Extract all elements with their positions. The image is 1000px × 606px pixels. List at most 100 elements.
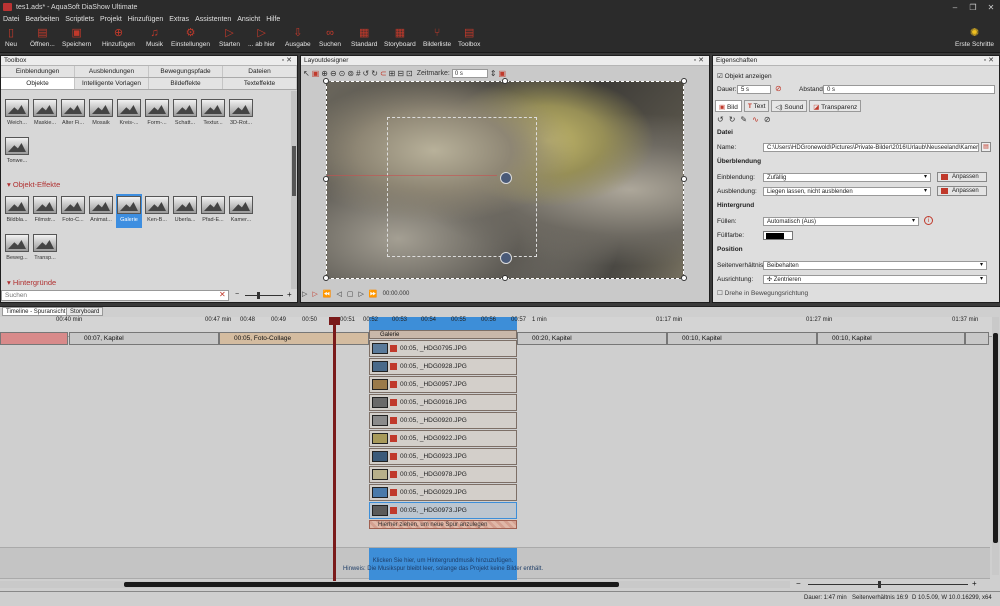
panel-controls-icon[interactable]: ▫✕ — [984, 56, 996, 64]
object-tile[interactable]: Mosaik — [88, 99, 114, 129]
object-tile[interactable]: Weich... — [4, 99, 30, 129]
time-stepper-icon[interactable]: ⇕ — [490, 69, 497, 78]
menu-bearbeiten[interactable]: Bearbeiten — [25, 16, 59, 23]
output-button[interactable]: ⇩ Ausgabe — [285, 27, 311, 48]
section-objekt-effekte[interactable]: ▾ Objekt-Effekte — [7, 180, 60, 189]
rotate-left-icon[interactable]: ↺ — [363, 69, 370, 78]
tab-storyboard[interactable]: Storyboard — [66, 307, 104, 316]
object-tile[interactable]: Kreis-... — [116, 99, 142, 129]
object-tile[interactable]: Maskie... — [32, 99, 58, 129]
stop-icon[interactable]: ▢ — [347, 290, 354, 298]
zoom-in-icon[interactable]: + — [287, 290, 292, 299]
effect-icon[interactable]: ⊘ — [764, 115, 771, 124]
first-steps-button[interactable]: ✺ Erste Schritte — [955, 27, 994, 48]
rewind-icon[interactable]: ⏪ — [323, 290, 332, 298]
pointer-tool-icon[interactable]: ↖ — [303, 69, 310, 78]
effect-tile[interactable]: Transp... — [32, 234, 58, 264]
gallery-item[interactable]: 00:05, _HDG0957.JPG — [369, 376, 517, 393]
tab-intelligente-vorlagen[interactable]: Intelligente Vorlagen — [75, 78, 149, 89]
effect-tile[interactable]: Pfad-E... — [200, 196, 226, 226]
menu-hilfe[interactable]: Hilfe — [266, 16, 280, 23]
effect-tile[interactable]: Bildbla... — [4, 196, 30, 226]
start-from-here-button[interactable]: ▷... ab hier — [248, 27, 275, 48]
toolbox-button[interactable]: ▤ Toolbox — [458, 27, 480, 48]
fade-in-select[interactable]: Zufällig — [763, 173, 931, 182]
tab-timeline-spuransicht[interactable]: Timeline - Spuransicht — [2, 307, 70, 316]
chapter-clip[interactable]: 00:10, Kapitel — [667, 332, 817, 345]
alignment-select[interactable]: ✣ Zentrieren — [763, 275, 987, 284]
tab-sound[interactable]: ◁) Sound — [771, 100, 808, 112]
menu-assistenten[interactable]: Assistenten — [195, 16, 231, 23]
effect-tile[interactable]: Filmstr... — [32, 196, 58, 226]
fill-select[interactable]: Automatisch (Aus) — [763, 217, 919, 226]
menu-scriptlets[interactable]: Scriptlets — [65, 16, 94, 23]
menu-datei[interactable]: Datei — [3, 16, 19, 23]
timeline-vertical-scrollbar[interactable] — [992, 317, 999, 575]
prev-frame-icon[interactable]: ◁ — [337, 290, 342, 298]
clear-search-icon[interactable]: ✕ — [219, 290, 226, 299]
link-duration-icon[interactable]: ⊘ — [775, 84, 782, 93]
section-hintergruende[interactable]: ▾ Hintergründe — [7, 278, 56, 287]
effect-tile-selected[interactable]: Galerie — [116, 194, 142, 228]
gallery-item[interactable]: 00:05, _HDG0922.JPG — [369, 430, 517, 447]
time-mark-input[interactable]: 0 s — [451, 68, 488, 78]
image-list-button[interactable]: ⑂ Bilderliste — [423, 27, 451, 48]
chapter-clip[interactable]: 00:07, Kapitel — [69, 332, 219, 345]
link-icon[interactable]: ⊂ — [380, 69, 387, 78]
timeline-clip-next[interactable] — [965, 332, 989, 345]
gallery-item[interactable]: 00:05, _HDG0795.JPG — [369, 340, 517, 357]
open-button[interactable]: ▤ Öffnen... — [30, 27, 55, 48]
chapter-clip[interactable]: 00:10, Kapitel — [817, 332, 965, 345]
panel-controls-icon[interactable]: ▫✕ — [694, 56, 706, 64]
gallery-header[interactable]: Galerie — [369, 330, 517, 339]
thumbnail-size-slider[interactable]: − + — [235, 290, 293, 299]
tab-einblendungen[interactable]: Einblendungen — [1, 66, 75, 77]
panel-controls-icon[interactable]: ▫✕ — [282, 56, 294, 64]
effect-tile[interactable]: Kamer... — [228, 196, 254, 226]
adjust-fade-out-button[interactable]: Anpassen — [937, 186, 987, 196]
tab-bildeffekte[interactable]: Bildeffekte — [149, 78, 223, 89]
layout-canvas-image[interactable] — [326, 81, 684, 279]
fast-forward-icon[interactable]: ⏩ — [369, 290, 378, 298]
standard-view-button[interactable]: ▦ Standard — [351, 27, 377, 48]
maximize-icon[interactable]: ❐ — [964, 0, 982, 14]
rotate-left-icon[interactable]: ↺ — [717, 115, 724, 124]
gallery-item[interactable]: 00:05, _HDG0929.JPG — [369, 484, 517, 501]
resize-handle-tl[interactable] — [323, 78, 329, 84]
menu-hinzufuegen[interactable]: Hinzufügen — [128, 16, 163, 23]
tab-bild[interactable]: ▣ Bild — [715, 100, 742, 112]
zoom-fit-icon[interactable]: ⊙ — [339, 69, 346, 78]
snap-icon[interactable]: ⊡ — [406, 69, 413, 78]
tab-text[interactable]: T Text — [743, 100, 770, 112]
gallery-item[interactable]: 00:05, _HDG0978.JPG — [369, 466, 517, 483]
resize-handle-r[interactable] — [681, 176, 687, 182]
close-icon[interactable]: ✕ — [982, 0, 1000, 14]
show-object-checkbox[interactable]: ☑ — [717, 73, 723, 80]
resize-handle-bl[interactable] — [323, 275, 329, 281]
fill-color-picker[interactable] — [763, 231, 793, 240]
grid-tool-icon[interactable]: ▣ — [312, 69, 320, 78]
gallery-item[interactable]: 00:05, _HDG0923.JPG — [369, 448, 517, 465]
settings-button[interactable]: ⚙ Einstellungen — [171, 27, 210, 48]
zoom-in-icon[interactable]: ⊕ — [321, 69, 328, 78]
motion-icon[interactable]: ∿ — [752, 115, 759, 124]
tab-transparenz[interactable]: ◪ Transparenz — [809, 100, 862, 112]
spacing-input[interactable]: 0 s — [823, 85, 995, 94]
zoom-out-icon[interactable]: − — [235, 291, 239, 298]
add-icon[interactable]: ⊞ — [389, 69, 396, 78]
zoom-reset-icon[interactable]: ⊚ — [347, 69, 354, 78]
music-track-hint[interactable]: Klicken Sie hier, um Hintergrundmusik hi… — [343, 548, 543, 580]
search-button[interactable]: ∞ Suchen — [319, 27, 341, 48]
object-tile[interactable]: Schatt... — [172, 99, 198, 129]
effect-tile[interactable]: Animat... — [88, 196, 114, 226]
object-tile[interactable]: Tonwe... — [4, 137, 30, 167]
effect-tile[interactable]: Foto-C... — [60, 196, 86, 226]
toolbox-scrollbar[interactable] — [291, 91, 297, 289]
menu-ansicht[interactable]: Ansicht — [237, 16, 260, 23]
file-name-input[interactable]: C:\Users\HDGronewold\Pictures\Private-Bi… — [763, 143, 979, 152]
timeline-horizontal-scrollbar[interactable] — [0, 581, 790, 588]
menu-extras[interactable]: Extras — [169, 16, 189, 23]
keyframe-icon[interactable]: ▣ — [499, 69, 507, 78]
effect-tile[interactable]: Beweg... — [4, 234, 30, 264]
adjust-fade-in-button[interactable]: Anpassen — [937, 172, 987, 182]
